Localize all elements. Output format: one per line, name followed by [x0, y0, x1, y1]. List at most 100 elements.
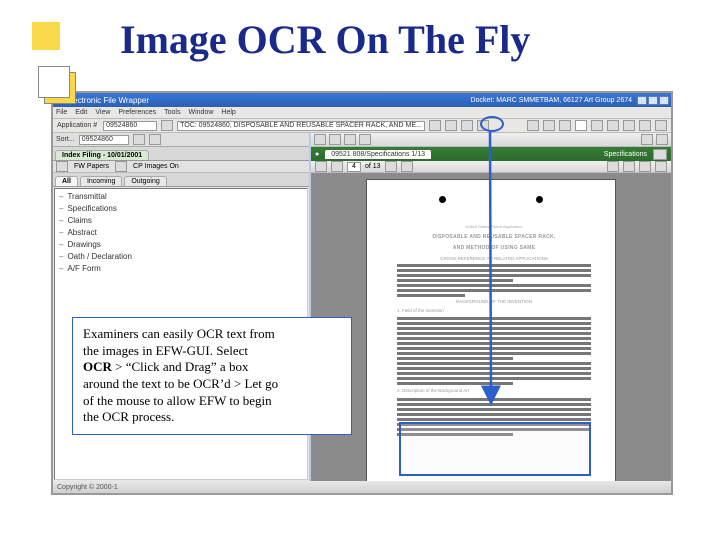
list-item: –A/F Form	[57, 263, 305, 275]
document-canvas[interactable]: United States Patent Application DISPOSA…	[311, 173, 671, 481]
callout-text: of the mouse to allow EFW to begin	[83, 393, 272, 408]
doc-crossref-heading: CROSS-REFERENCE TO RELATED APPLICATIONS	[397, 256, 591, 262]
sort-next-button[interactable]	[149, 134, 161, 145]
status-bar: Copyright © 2000-1	[53, 481, 671, 493]
green-tab-dropdown[interactable]	[653, 149, 667, 160]
green-tab-marker: ●	[315, 151, 319, 158]
menu-view[interactable]: View	[95, 109, 110, 116]
tab-all[interactable]: All	[55, 176, 78, 186]
callout-text: around the text to be OCR’d > Let go	[83, 376, 278, 391]
left-filter-tabs: All Incoming Outgoing	[53, 173, 309, 187]
ocr-button-highlight-circle	[480, 116, 504, 132]
toolbar-button[interactable]	[429, 120, 441, 131]
menu-tools[interactable]: Tools	[164, 109, 180, 116]
menu-help[interactable]: Help	[221, 109, 235, 116]
app-number-field[interactable]: 09524860	[103, 121, 157, 131]
doc-background-art-heading: 2. Description of the Background Art	[397, 388, 591, 394]
left-sort-bar: Sort... 09524860	[53, 133, 309, 147]
toolbar-button[interactable]	[607, 120, 619, 131]
toolbar-button[interactable]	[445, 120, 457, 131]
list-item: –Oath / Declaration	[57, 251, 305, 263]
page-prev-button[interactable]	[331, 161, 343, 172]
viewer-fit-button[interactable]	[639, 161, 651, 172]
sort-label: Sort...	[56, 136, 75, 143]
viewer-green-tabs: ● 09521 808/Specifications 1/13 Specific…	[311, 147, 671, 161]
page-last-button[interactable]	[401, 161, 413, 172]
specifications-tab[interactable]: 09521 808/Specifications 1/13	[325, 150, 431, 159]
index-filing-tab[interactable]: Index Filing - 10/01/2001	[55, 150, 149, 160]
viewer-zoom-button[interactable]	[607, 161, 619, 172]
instruction-callout: Examiners can easily OCR text from the i…	[72, 317, 352, 435]
toolbar-button[interactable]	[655, 120, 667, 131]
window-minimize-button[interactable]	[637, 96, 647, 105]
toolbar-button[interactable]	[527, 120, 539, 131]
main-toolbar: Application # 09524860 TOC: 09524860, DI…	[53, 119, 671, 133]
viewer-zoom-button[interactable]	[623, 161, 635, 172]
viewer-toolbar-button[interactable]	[314, 134, 326, 145]
viewer-toolbar-button[interactable]	[359, 134, 371, 145]
menu-window[interactable]: Window	[188, 109, 213, 116]
slide-decoration-box-front	[38, 66, 70, 98]
slide-title: Image OCR On The Fly	[120, 16, 530, 63]
ocr-button[interactable]	[575, 120, 587, 131]
left-primary-tabs: Index Filing - 10/01/2001	[53, 147, 309, 161]
list-item: –Abstract	[57, 227, 305, 239]
slide-decoration-accent	[32, 22, 60, 50]
sort-field[interactable]: 09524860	[79, 135, 129, 145]
window-title: Electronic File Wrapper	[66, 96, 149, 105]
toolbar-search-icon[interactable]	[543, 120, 555, 131]
menu-edit[interactable]: Edit	[75, 109, 87, 116]
right-viewer-pane: ● 09521 808/Specifications 1/13 Specific…	[311, 133, 671, 481]
viewer-toolbar-button[interactable]	[344, 134, 356, 145]
window-maximize-button[interactable]	[648, 96, 658, 105]
viewer-toolbar	[311, 133, 671, 147]
app-number-label: Application #	[57, 122, 97, 129]
status-text: Copyright © 2000-1	[57, 484, 118, 491]
page-number-field[interactable]: 4	[347, 162, 361, 172]
ocr-selection-box[interactable]	[399, 422, 591, 476]
doc-field-heading: 1. Field of the Invention	[397, 308, 591, 314]
callout-ocr-bold: OCR	[83, 359, 112, 374]
list-item: –Specifications	[57, 203, 305, 215]
menu-preferences[interactable]: Preferences	[118, 109, 156, 116]
window-close-button[interactable]	[659, 96, 669, 105]
document-page: United States Patent Application DISPOSA…	[366, 179, 616, 481]
toolbar-button[interactable]	[639, 120, 651, 131]
toolbar-button[interactable]	[623, 120, 635, 131]
punch-hole-icon	[536, 196, 543, 203]
tab-outgoing[interactable]: Outgoing	[124, 176, 166, 186]
toolbar-button[interactable]	[591, 120, 603, 131]
left-sub-toolbar: FW Papers CP Images On	[53, 161, 309, 173]
toolbar-button[interactable]	[161, 120, 173, 131]
sort-prev-button[interactable]	[133, 134, 145, 145]
menu-file[interactable]: File	[56, 109, 67, 116]
doc-title-line2: AND METHOD OF USING SAME	[397, 245, 591, 252]
viewer-toolbar-button[interactable]	[656, 134, 668, 145]
window-docket-caption: Docket: MARC SMMETBAM, 66127 Art Group 2…	[471, 97, 636, 104]
page-of-label: of 13	[365, 163, 381, 170]
punch-hole-icon	[439, 196, 446, 203]
list-item: –Drawings	[57, 239, 305, 251]
page-next-button[interactable]	[385, 161, 397, 172]
left-toolbar-icon[interactable]	[56, 161, 68, 172]
viewer-rotate-button[interactable]	[655, 161, 667, 172]
page-first-button[interactable]	[315, 161, 327, 172]
viewer-page-toolbar: 4 of 13	[311, 161, 671, 173]
list-item: –Transmittal	[57, 191, 305, 203]
left-toolbar-icon[interactable]	[115, 161, 127, 172]
doc-background-heading: BACKGROUND OF THE INVENTION	[397, 299, 591, 305]
callout-text: Examiners can easily OCR text from	[83, 326, 275, 341]
viewer-toolbar-button[interactable]	[329, 134, 341, 145]
viewer-toolbar-button[interactable]	[641, 134, 653, 145]
callout-text: the OCR process.	[83, 409, 174, 424]
tab-incoming[interactable]: Incoming	[80, 176, 122, 186]
toolbar-button[interactable]	[461, 120, 473, 131]
fw-papers-label[interactable]: FW Papers	[74, 163, 109, 170]
toc-field[interactable]: TOC: 09524860, DISPOSABLE AND REUSABLE S…	[177, 121, 425, 131]
doc-small-text: United States Patent Application	[397, 224, 591, 230]
list-item: –Claims	[57, 215, 305, 227]
toolbar-button[interactable]	[559, 120, 571, 131]
callout-text: the images in EFW-GUI. Select	[83, 343, 248, 358]
doc-title-line1: DISPOSABLE AND REUSABLE SPACER RACK,	[397, 234, 591, 241]
cp-images-label[interactable]: CP Images On	[133, 163, 179, 170]
